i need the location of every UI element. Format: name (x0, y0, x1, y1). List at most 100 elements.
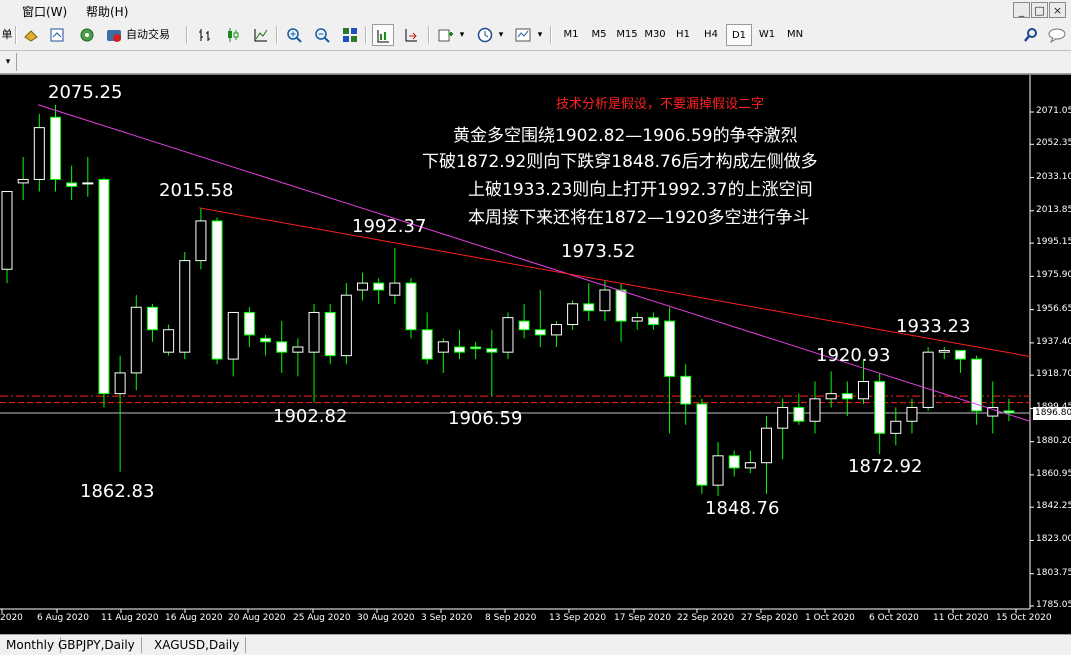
toolbar-partial-label[interactable]: 单 (0, 24, 14, 46)
price-axis-label: 1880.20 (1036, 435, 1071, 446)
candle-body (938, 349, 950, 353)
date-axis-label: 6 Oct 2020 (869, 613, 919, 623)
zoom-out-icon[interactable] (311, 24, 333, 46)
candle-body (33, 127, 45, 180)
candle-body (825, 393, 837, 400)
candle-body (857, 381, 869, 400)
price-label-1848: 1848.76 (705, 498, 780, 519)
menu-bar: 窗口(W) 帮助(H) _ □ × (0, 0, 1071, 20)
date-axis-label: 30 Aug 2020 (357, 613, 415, 623)
candle-body (728, 455, 740, 469)
candle-body (179, 260, 191, 353)
price-label-1933: 1933.23 (896, 316, 971, 337)
chart-window[interactable]: 2071.05 2052.35 2033.10 2013.85 1995.15 1975.… (0, 74, 1071, 634)
tf-m30[interactable]: M30 (642, 24, 668, 46)
candle-body (922, 351, 934, 408)
candle-body (712, 455, 724, 486)
candle-body (906, 406, 918, 422)
candle-body (954, 349, 966, 360)
candle-body (421, 329, 433, 360)
candle-body (211, 220, 223, 360)
symbol-dropdown[interactable]: ▾ (0, 53, 17, 71)
chat-icon[interactable] (1046, 24, 1068, 46)
minimize-button[interactable]: _ (1013, 2, 1030, 18)
candle-body (680, 375, 692, 405)
price-label-high: 2075.25 (48, 82, 123, 103)
menu-help[interactable]: 帮助(H) (86, 3, 128, 20)
auto-trading-label: 自动交易 (126, 28, 170, 41)
chart-shift-icon[interactable] (400, 24, 422, 46)
auto-trading-button[interactable]: 自动交易 (104, 24, 180, 46)
price-axis-label: 1975.90 (1036, 270, 1071, 281)
candle-body (744, 462, 756, 469)
tf-d1[interactable]: D1 (726, 24, 752, 46)
signal-icon[interactable] (76, 24, 98, 46)
terminal-icon[interactable] (46, 24, 68, 46)
date-axis-label: 3 Sep 2020 (421, 613, 473, 623)
candle-body (1, 191, 13, 270)
candle-body (98, 178, 110, 395)
templates-dropdown[interactable]: ▾ (535, 24, 545, 46)
window-controls: _ □ × (1013, 2, 1067, 19)
candle-body (227, 311, 239, 360)
price-label-1973: 1973.52 (561, 241, 636, 262)
restore-button[interactable]: □ (1031, 2, 1048, 18)
navigator-icon[interactable] (20, 24, 42, 46)
candle-body (340, 294, 352, 357)
candle-body (146, 306, 158, 331)
date-axis-label: 11 Oct 2020 (933, 613, 989, 623)
candle-body (260, 337, 272, 343)
period-dropdown[interactable]: ▾ (496, 24, 506, 46)
tf-m1[interactable]: M1 (558, 24, 584, 46)
date-axis-label: 11 Aug 2020 (101, 613, 159, 623)
price-label-1920: 1920.93 (816, 345, 891, 366)
search-icon[interactable] (1020, 24, 1042, 46)
candlestick-icon[interactable] (222, 24, 244, 46)
tab-gbpjpy-daily[interactable]: GBPJPY,Daily (52, 637, 142, 653)
close-button[interactable]: × (1049, 2, 1066, 18)
indicators-dropdown[interactable]: ▾ (457, 24, 467, 46)
price-axis-label: 1937.40 (1036, 336, 1071, 347)
tf-m5[interactable]: M5 (586, 24, 612, 46)
candle-body (615, 289, 627, 322)
price-label-1906: 1906.59 (448, 408, 523, 429)
price-label-2015: 2015.58 (159, 180, 234, 201)
date-axis-label: 6 Aug 2020 (37, 613, 89, 623)
candle-body (793, 406, 805, 422)
tf-m15[interactable]: M15 (614, 24, 640, 46)
candle-body (82, 182, 94, 185)
candle-body (664, 320, 676, 377)
candle-body (874, 381, 886, 434)
candle-body (17, 178, 29, 184)
candle-body (647, 317, 659, 326)
date-axis-label: 1 Oct 2020 (805, 613, 855, 623)
annotation-line-2: 下破1872.92则向下跌穿1848.76后才构成左侧做多 (422, 152, 818, 172)
date-axis-label: 15 Oct 2020 (996, 613, 1052, 623)
current-price-tag: 1896.80 (1033, 407, 1071, 420)
indicators-icon[interactable] (435, 24, 457, 46)
tile-windows-icon[interactable] (339, 24, 361, 46)
date-axis-label: 16 Aug 2020 (165, 613, 223, 623)
templates-icon[interactable] (512, 24, 534, 46)
menu-window[interactable]: 窗口(W) (22, 3, 67, 20)
autoscroll-icon[interactable] (372, 24, 394, 46)
price-axis-label: 2071.05 (1036, 106, 1071, 116)
tf-w1[interactable]: W1 (754, 24, 780, 46)
price-axis-label: 1918.70 (1036, 369, 1071, 380)
zoom-in-icon[interactable] (283, 24, 305, 46)
price-axis-label: 1803.75 (1036, 567, 1071, 578)
candle-body (470, 346, 482, 350)
bar-chart-icon[interactable] (194, 24, 216, 46)
candle-body (631, 317, 643, 322)
tf-h4[interactable]: H4 (698, 24, 724, 46)
candle-body (114, 372, 126, 395)
annotation-line-3: 上破1933.23则向上打开1992.37的上涨空间 (468, 180, 813, 200)
candle-body (761, 427, 773, 464)
tf-mn[interactable]: MN (782, 24, 808, 46)
tf-h1[interactable]: H1 (670, 24, 696, 46)
candle-body (49, 116, 61, 180)
tab-xagusd-daily[interactable]: XAGUSD,Daily (148, 637, 247, 653)
price-axis-label: 2052.35 (1036, 138, 1071, 149)
line-chart-icon[interactable] (250, 24, 272, 46)
period-clock-icon[interactable] (474, 24, 496, 46)
